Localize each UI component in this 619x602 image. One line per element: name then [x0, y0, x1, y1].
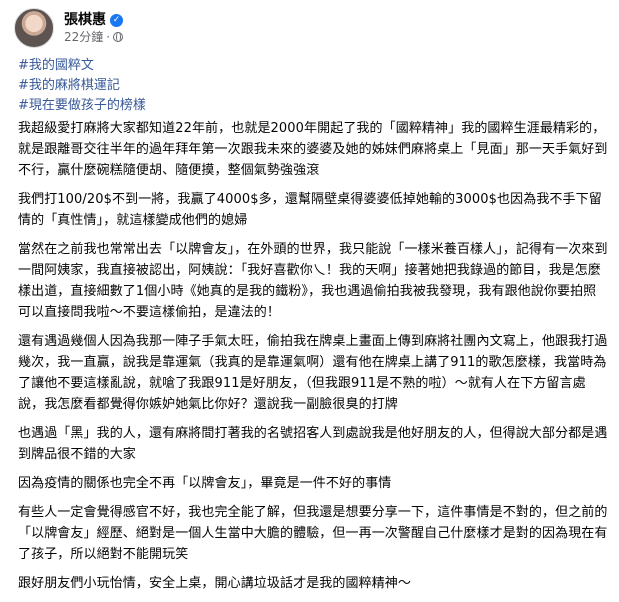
post-time[interactable]: 22分鐘	[64, 29, 103, 45]
post-body: 我超級愛打麻將大家都知道22年前，也就是2000年開起了我的「國粹精神」我的國粹…	[18, 118, 608, 602]
facebook-post: 張棋惠 ✓ 22分鐘 · #我的國粹文 #我的麻將棋運記 #現在要做孩子的榜樣 …	[0, 0, 619, 591]
hashtag[interactable]: #我的國粹文	[18, 56, 146, 76]
post-paragraph: 跟好朋友們小玩怡情，安全上桌，開心講垃圾話才是我的國粹精神～	[18, 576, 412, 591]
post-paragraph: 我超級愛打麻將大家都知道22年前，也就是2000年開起了我的「國粹精神」我的國粹…	[18, 121, 608, 178]
post-paragraph: 也遇過「黑」我的人，還有麻將間打著我的名號招客人到處說我是他好朋友的人，但得說大…	[18, 426, 608, 462]
post-paragraph: 我們打100/20$不到一將，我贏了4000$多，還幫隔壁桌得婆婆低掉她輸的30…	[18, 192, 602, 228]
timestamp-row: 22分鐘 ·	[64, 29, 124, 45]
post-paragraph: 有些人一定會覺得感官不好，我也完全能了解，但我還是想要分享一下，這件事情是不對的…	[18, 505, 608, 562]
hashtag-list: #我的國粹文 #我的麻將棋運記 #現在要做孩子的榜樣	[18, 56, 146, 116]
avatar[interactable]	[14, 8, 54, 48]
author-name[interactable]: 張棋惠	[64, 11, 106, 29]
verified-badge-icon: ✓	[110, 13, 123, 27]
hashtag[interactable]: #現在要做孩子的榜樣	[18, 96, 146, 116]
post-header: 張棋惠 ✓ 22分鐘 ·	[14, 8, 124, 48]
hashtag[interactable]: #我的麻將棋運記	[18, 76, 146, 96]
separator-dot: ·	[106, 30, 111, 44]
post-meta: 張棋惠 ✓ 22分鐘 ·	[64, 11, 124, 45]
post-paragraph: 當然在之前我也常常出去「以牌會友」，在外頭的世界，我只能說「一樣米養百樣人」，記…	[18, 242, 608, 320]
author-row: 張棋惠 ✓	[64, 11, 123, 29]
post-paragraph: 還有遇過幾個人因為我那一陣子手氣太旺，偷拍我在牌桌上畫面上傳到麻將社團內文寫上，…	[18, 334, 608, 412]
post-paragraph: 因為疫情的關係也完全不再「以牌會友」，畢竟是一件不好的事情	[18, 476, 392, 491]
globe-icon	[113, 32, 124, 42]
